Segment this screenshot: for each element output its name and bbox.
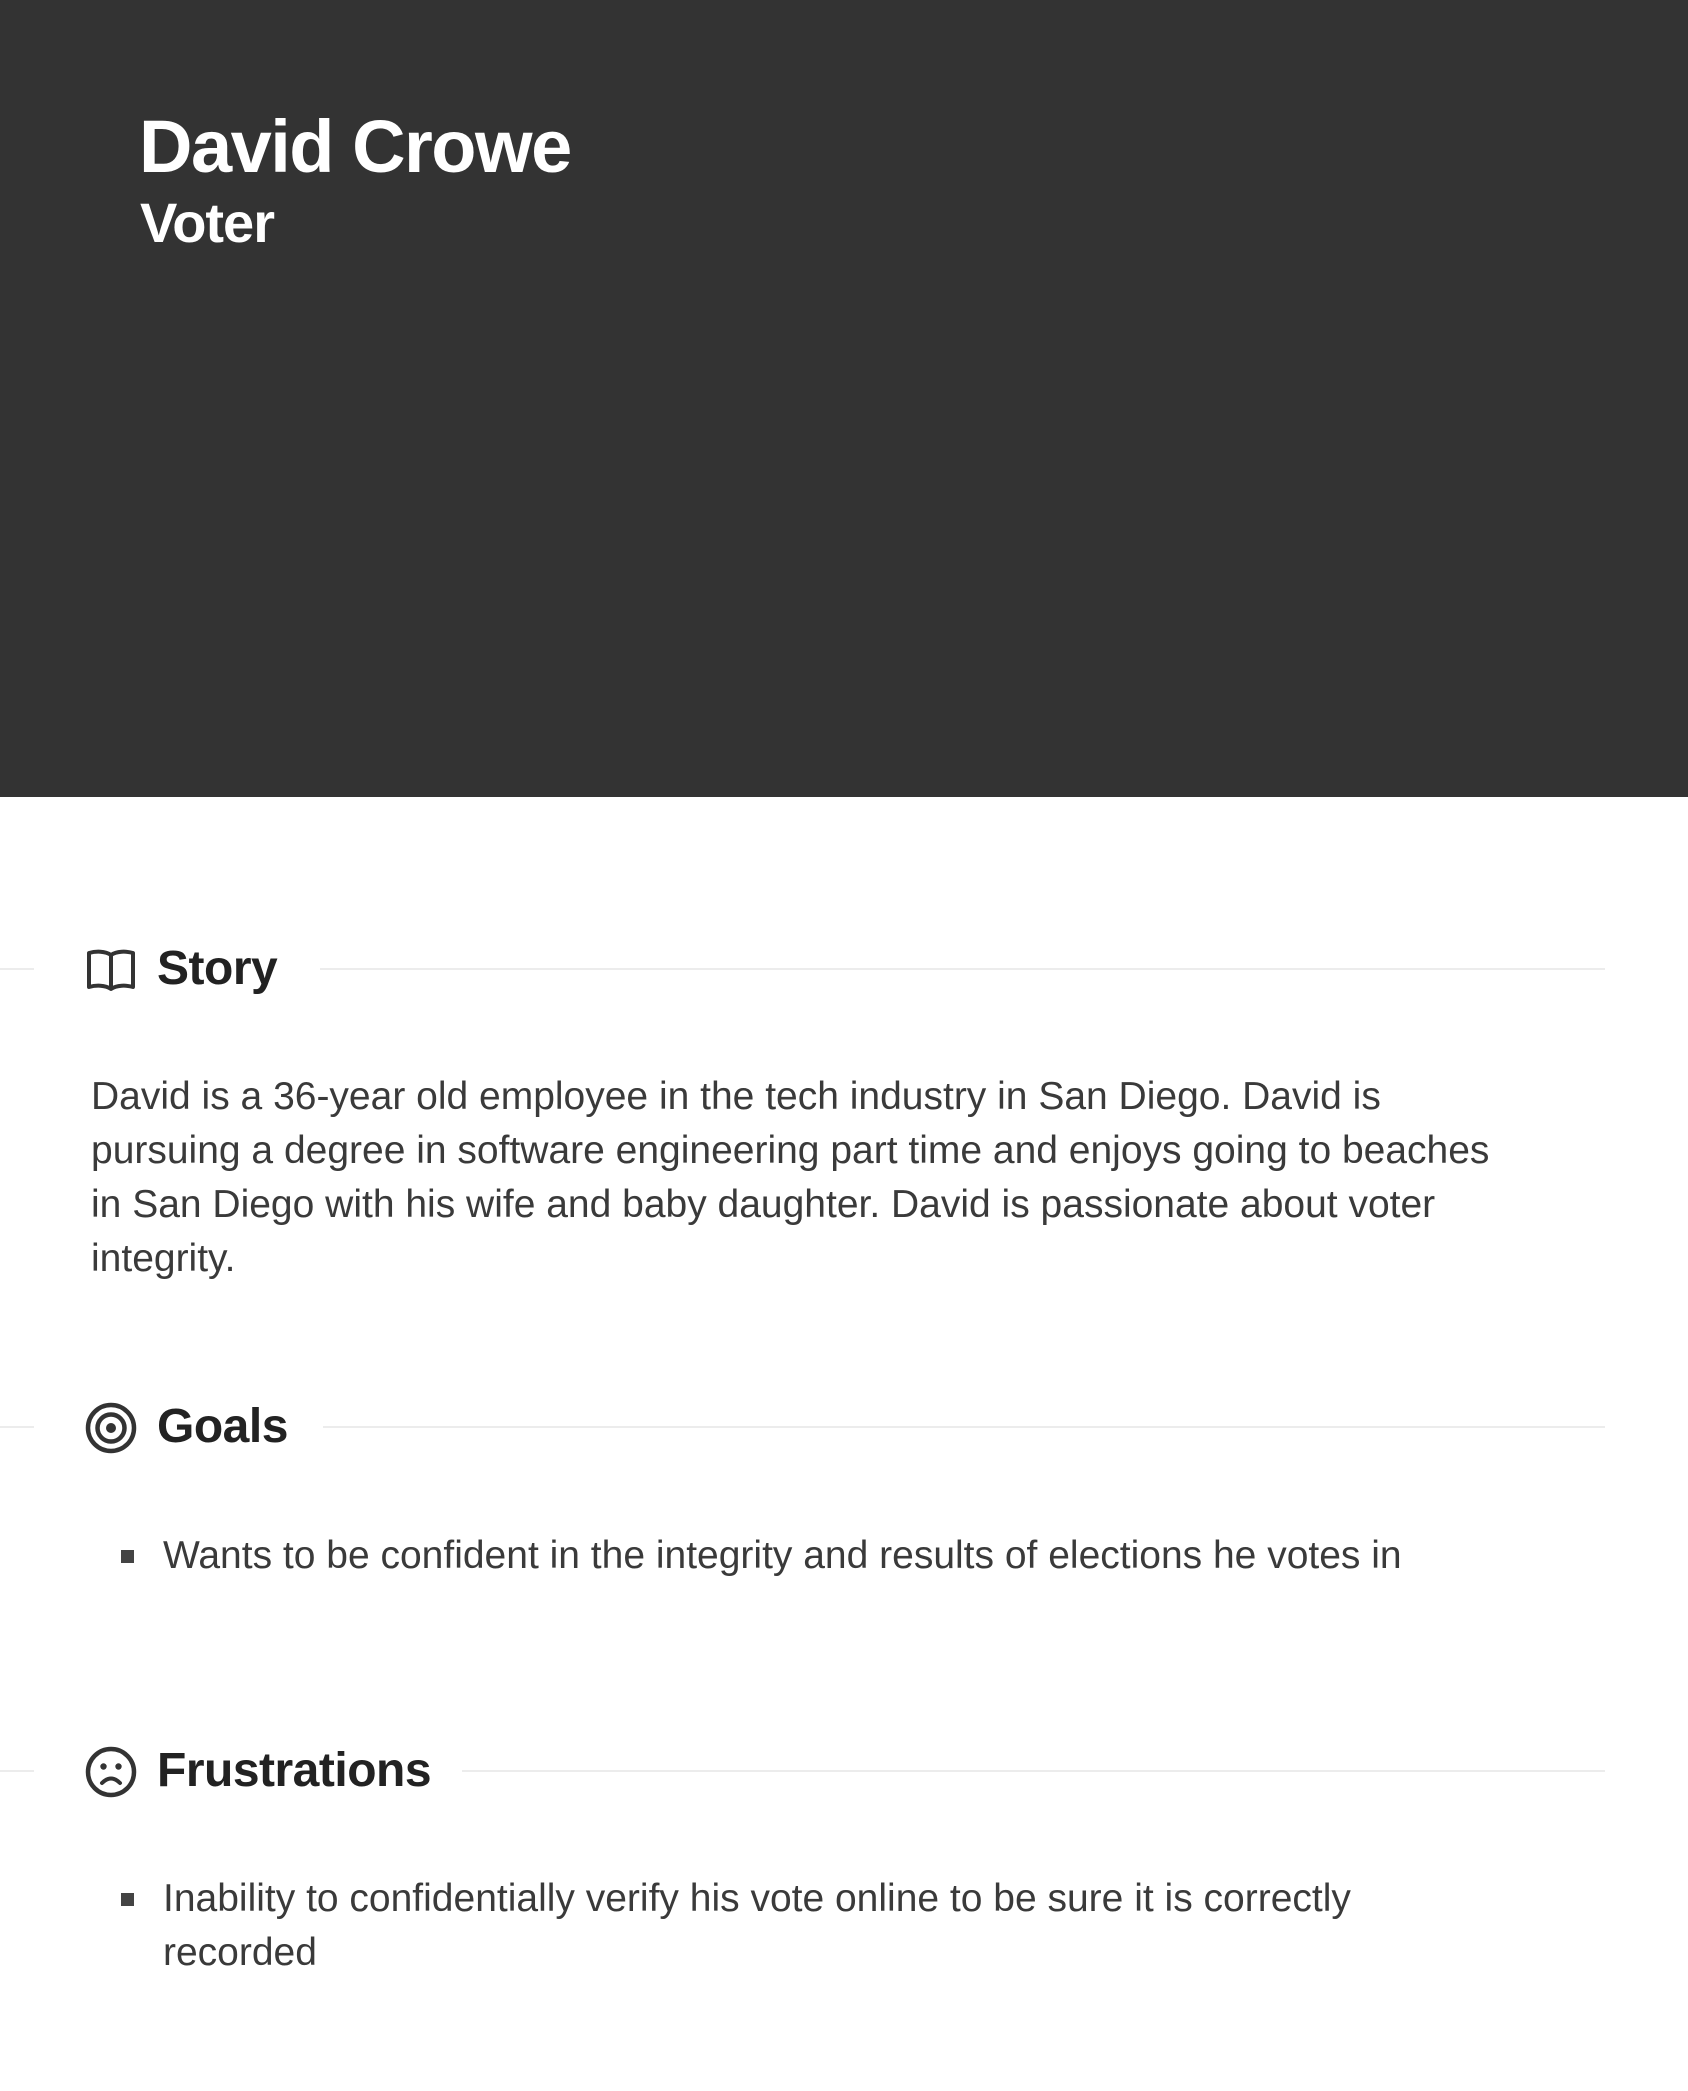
sad-face-icon [85,1746,137,1798]
target-icon [85,1402,137,1454]
frustrations-section-header: Frustrations [0,1739,1605,1803]
bullet-icon [121,1893,134,1906]
open-book-icon [87,949,135,991]
list-item: Inability to confidentially verify his v… [0,1872,1473,1980]
section-divider-right [320,968,1605,970]
list-item: Wants to be confident in the integrity a… [0,1529,1473,1583]
goal-text: Wants to be confident in the integrity a… [163,1534,1402,1577]
persona-header: David Crowe Voter [0,0,1688,797]
frustration-text: Inability to confidentially verify his v… [163,1877,1351,1974]
section-divider-left [0,1426,34,1428]
goals-section-header: Goals [0,1395,1605,1459]
goals-title: Goals [157,1400,288,1453]
goals-list: Wants to be confident in the integrity a… [0,1529,1473,1583]
section-divider-right [323,1426,1605,1428]
bullet-icon [121,1550,134,1563]
section-divider-left [0,968,34,970]
frustrations-list: Inability to confidentially verify his v… [0,1872,1473,1980]
story-title: Story [157,942,278,995]
story-section-header: Story [0,937,1605,1001]
section-divider-left [0,1770,34,1772]
frustrations-title: Frustrations [157,1744,432,1797]
persona-role: Voter [140,191,275,254]
persona-name: David Crowe [139,105,572,188]
section-divider-right [462,1770,1605,1772]
story-text: David is a 36-year old employee in the t… [91,1075,1490,1280]
